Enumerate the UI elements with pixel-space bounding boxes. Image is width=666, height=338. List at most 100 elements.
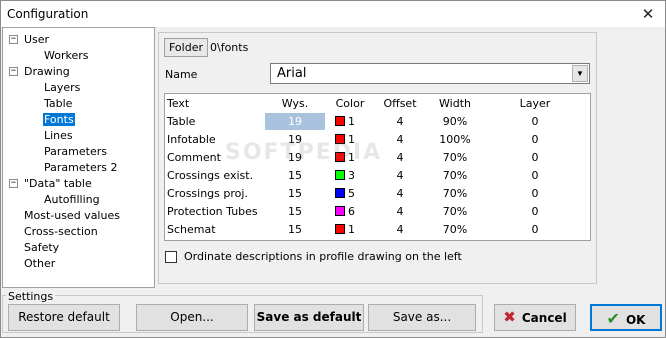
table-cell[interactable]: 4 [380, 185, 420, 202]
table-cell[interactable]: 4 [380, 149, 420, 166]
tree-item[interactable]: Table [43, 96, 73, 112]
table-cell[interactable]: 19 [265, 131, 325, 148]
table-cell[interactable]: 0 [505, 221, 565, 238]
tree-item-label: Most-used values [24, 209, 120, 222]
tree-item[interactable]: Layers [43, 80, 81, 96]
table-cell[interactable]: 0 [505, 167, 565, 184]
save-as-button[interactable]: Save as... [368, 304, 476, 331]
table-cell[interactable]: 19 [265, 149, 325, 166]
color-number: 1 [348, 133, 355, 146]
fonts-grid[interactable]: Text Wys. Color Offset Width Layer Table 19 1 4 90… [164, 93, 591, 241]
table-cell[interactable]: 4 [380, 131, 420, 148]
name-label: Name [165, 68, 198, 81]
table-cell[interactable]: Crossings exist. [167, 167, 262, 184]
tree-item-label: Other [24, 257, 56, 270]
column-header: Offset [383, 97, 417, 110]
tree-item-label: Lines [44, 129, 73, 142]
table-cell[interactable]: Infotable [167, 131, 262, 148]
open-button[interactable]: Open... [136, 304, 248, 331]
table-cell[interactable]: 0 [505, 113, 565, 130]
expander-minus-icon[interactable]: − [9, 179, 18, 188]
font-name-value: Arial [277, 66, 307, 81]
tree-item[interactable]: Other [23, 256, 56, 272]
save-as-default-button[interactable]: Save as default [254, 304, 364, 331]
cancel-button[interactable]: ✖ Cancel [494, 304, 576, 331]
table-cell[interactable]: 15 [265, 203, 325, 220]
tree-item[interactable]: "Data" table [23, 176, 93, 192]
table-cell[interactable]: 0 [505, 131, 565, 148]
category-tree[interactable]: − User Workers − Drawing Layers Table Fonts Line… [2, 27, 155, 288]
table-cell[interactable]: 90% [430, 113, 480, 130]
restore-default-label: Restore default [18, 310, 110, 324]
table-cell[interactable]: 15 [265, 221, 325, 238]
column-header: Wys. [281, 97, 309, 110]
chevron-down-icon[interactable]: ▼ [572, 65, 588, 82]
table-cell[interactable]: 0 [505, 203, 565, 220]
table-cell[interactable]: 4 [380, 221, 420, 238]
settings-group-label: Settings [6, 290, 56, 303]
tree-item-label: Fonts [43, 113, 75, 126]
open-label: Open... [170, 310, 214, 324]
tree-item-label: User [24, 33, 50, 46]
ok-label: OK [625, 313, 646, 327]
column-header: Color [335, 97, 365, 110]
restore-default-button[interactable]: Restore default [8, 304, 120, 331]
tree-item[interactable]: Drawing [23, 64, 71, 80]
color-swatch[interactable] [335, 170, 345, 180]
close-icon[interactable]: ✕ [637, 3, 659, 25]
tree-item[interactable]: Parameters [43, 144, 108, 160]
color-swatch[interactable] [335, 224, 345, 234]
color-number: 1 [348, 115, 355, 128]
tree-item[interactable]: Most-used values [23, 208, 121, 224]
table-cell[interactable]: Comment [167, 149, 262, 166]
cancel-x-icon: ✖ [503, 308, 516, 326]
color-swatch[interactable] [335, 152, 345, 162]
ordinate-descriptions-checkbox[interactable] [165, 251, 177, 263]
table-cell[interactable]: Protection Tubes [167, 203, 262, 220]
table-cell[interactable]: 0 [505, 185, 565, 202]
tree-item-label: "Data" table [24, 177, 92, 190]
tree-item-label: Table [44, 97, 73, 110]
table-cell[interactable]: 15 [265, 167, 325, 184]
font-name-select[interactable]: Arial ▼ [270, 63, 590, 84]
folder-path: 0\fonts [210, 41, 249, 54]
table-cell[interactable]: 4 [380, 203, 420, 220]
ordinate-descriptions-label: Ordinate descriptions in profile drawing… [184, 250, 462, 263]
tree-item[interactable]: Workers [43, 48, 89, 64]
title-bar: Configuration ✕ [1, 1, 665, 27]
folder-button[interactable]: Folder [164, 38, 208, 57]
table-cell[interactable]: 15 [265, 185, 325, 202]
color-swatch[interactable] [335, 188, 345, 198]
tree-item[interactable]: Parameters 2 [43, 160, 118, 176]
tree-item[interactable]: Fonts [43, 112, 75, 128]
color-swatch[interactable] [335, 206, 345, 216]
table-cell[interactable]: 19 [265, 113, 325, 130]
tree-item[interactable]: User [23, 32, 50, 48]
table-cell[interactable]: 70% [430, 203, 480, 220]
ok-button[interactable]: ✔ OK [590, 304, 662, 331]
expander-minus-icon[interactable]: − [9, 35, 18, 44]
color-swatch[interactable] [335, 116, 345, 126]
table-cell[interactable]: Schemat [167, 221, 262, 238]
color-swatch[interactable] [335, 134, 345, 144]
tree-item-label: Drawing [24, 65, 70, 78]
table-cell[interactable]: 0 [505, 149, 565, 166]
tree-item-label: Parameters [44, 145, 107, 158]
column-header: Layer [519, 97, 551, 110]
tree-item[interactable]: Safety [23, 240, 60, 256]
table-cell[interactable]: Crossings proj. [167, 185, 262, 202]
color-number: 1 [348, 151, 355, 164]
table-cell[interactable]: Table [167, 113, 262, 130]
table-cell[interactable]: 4 [380, 113, 420, 130]
table-cell[interactable]: 70% [430, 167, 480, 184]
table-cell[interactable]: 4 [380, 167, 420, 184]
tree-item[interactable]: Cross-section [23, 224, 99, 240]
expander-minus-icon[interactable]: − [9, 67, 18, 76]
save-as-label: Save as... [392, 310, 452, 324]
tree-item[interactable]: Autofilling [43, 192, 101, 208]
table-cell[interactable]: 70% [430, 149, 480, 166]
tree-item[interactable]: Lines [43, 128, 74, 144]
table-cell[interactable]: 70% [430, 185, 480, 202]
table-cell[interactable]: 100% [430, 131, 480, 148]
table-cell[interactable]: 70% [430, 221, 480, 238]
